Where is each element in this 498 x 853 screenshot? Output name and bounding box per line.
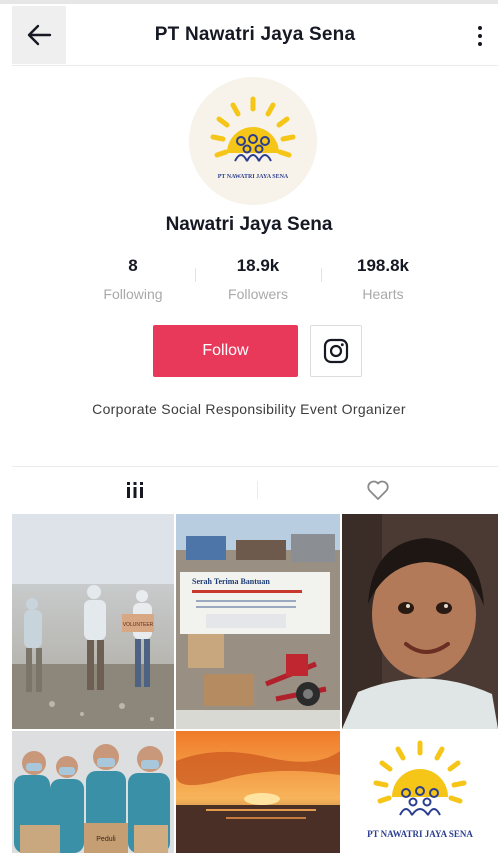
stat-label: Following bbox=[103, 286, 163, 302]
tab-videos[interactable] bbox=[12, 467, 257, 512]
more-options-button[interactable] bbox=[468, 18, 492, 54]
thumbnail-donation-event-image: Serah Terima Bantuan bbox=[176, 514, 340, 729]
thumbnail-team-image: Peduli bbox=[12, 731, 174, 853]
page-title: PT Nawatri Jaya Sena bbox=[154, 24, 356, 45]
stat-hearts[interactable]: 198.8k Hearts bbox=[328, 256, 438, 302]
back-button[interactable] bbox=[12, 6, 66, 64]
tab-liked[interactable] bbox=[258, 467, 498, 512]
thumbnail-smiling-child-image bbox=[342, 514, 498, 729]
profile-bio: Corporate Social Responsibility Event Or… bbox=[92, 401, 406, 417]
profile-avatar[interactable]: PT NAWATRI JAYA SENA bbox=[189, 77, 317, 205]
heart-icon bbox=[367, 480, 389, 500]
stat-followers[interactable]: 18.9k Followers bbox=[203, 256, 313, 302]
svg-text:Peduli: Peduli bbox=[96, 836, 116, 843]
instagram-icon bbox=[323, 338, 349, 364]
thumbnail-company-logo-image: PT NAWATRI JAYA SENA bbox=[342, 731, 498, 853]
thumbnail-sunset-image bbox=[176, 731, 340, 853]
content-tabs bbox=[12, 466, 498, 511]
video-thumbnail[interactable]: Serah Terima Bantuan bbox=[176, 514, 340, 729]
video-thumbnail[interactable] bbox=[342, 514, 498, 729]
stat-divider bbox=[195, 268, 196, 282]
thumbnail-volunteers-image: VOLUNTEER bbox=[12, 514, 174, 729]
stat-value: 198.8k bbox=[357, 256, 409, 275]
stat-label: Followers bbox=[228, 286, 288, 302]
video-grid: VOLUNTEER Serah Terima Bantuan Peduli PT… bbox=[12, 514, 498, 853]
video-thumbnail[interactable]: PT NAWATRI JAYA SENA bbox=[342, 731, 498, 853]
stat-label: Hearts bbox=[362, 286, 404, 302]
stat-value: 18.9k bbox=[236, 256, 280, 275]
app-header: PT Nawatri Jaya Sena bbox=[12, 4, 498, 66]
grid-icon bbox=[126, 481, 143, 498]
company-logo: PT NAWATRI JAYA SENA bbox=[210, 96, 296, 180]
video-thumbnail[interactable]: VOLUNTEER bbox=[12, 514, 174, 729]
svg-text:PT NAWATRI JAYA SENA: PT NAWATRI JAYA SENA bbox=[367, 829, 473, 839]
svg-text:VOLUNTEER: VOLUNTEER bbox=[123, 622, 154, 628]
svg-text:PT NAWATRI JAYA SENA: PT NAWATRI JAYA SENA bbox=[218, 174, 289, 180]
instagram-button[interactable] bbox=[310, 325, 362, 377]
arrow-left-icon bbox=[27, 24, 52, 46]
video-thumbnail[interactable] bbox=[176, 731, 340, 853]
stat-following[interactable]: 8 Following bbox=[78, 256, 188, 302]
profile-display-name: Nawatri Jaya Sena bbox=[165, 214, 333, 235]
stat-divider bbox=[321, 268, 322, 282]
svg-text:Serah Terima Bantuan: Serah Terima Bantuan bbox=[192, 577, 270, 586]
more-vertical-icon bbox=[478, 26, 482, 46]
stat-value: 8 bbox=[128, 256, 138, 275]
follow-button[interactable]: Follow bbox=[153, 325, 298, 377]
video-thumbnail[interactable]: Peduli bbox=[12, 731, 174, 853]
